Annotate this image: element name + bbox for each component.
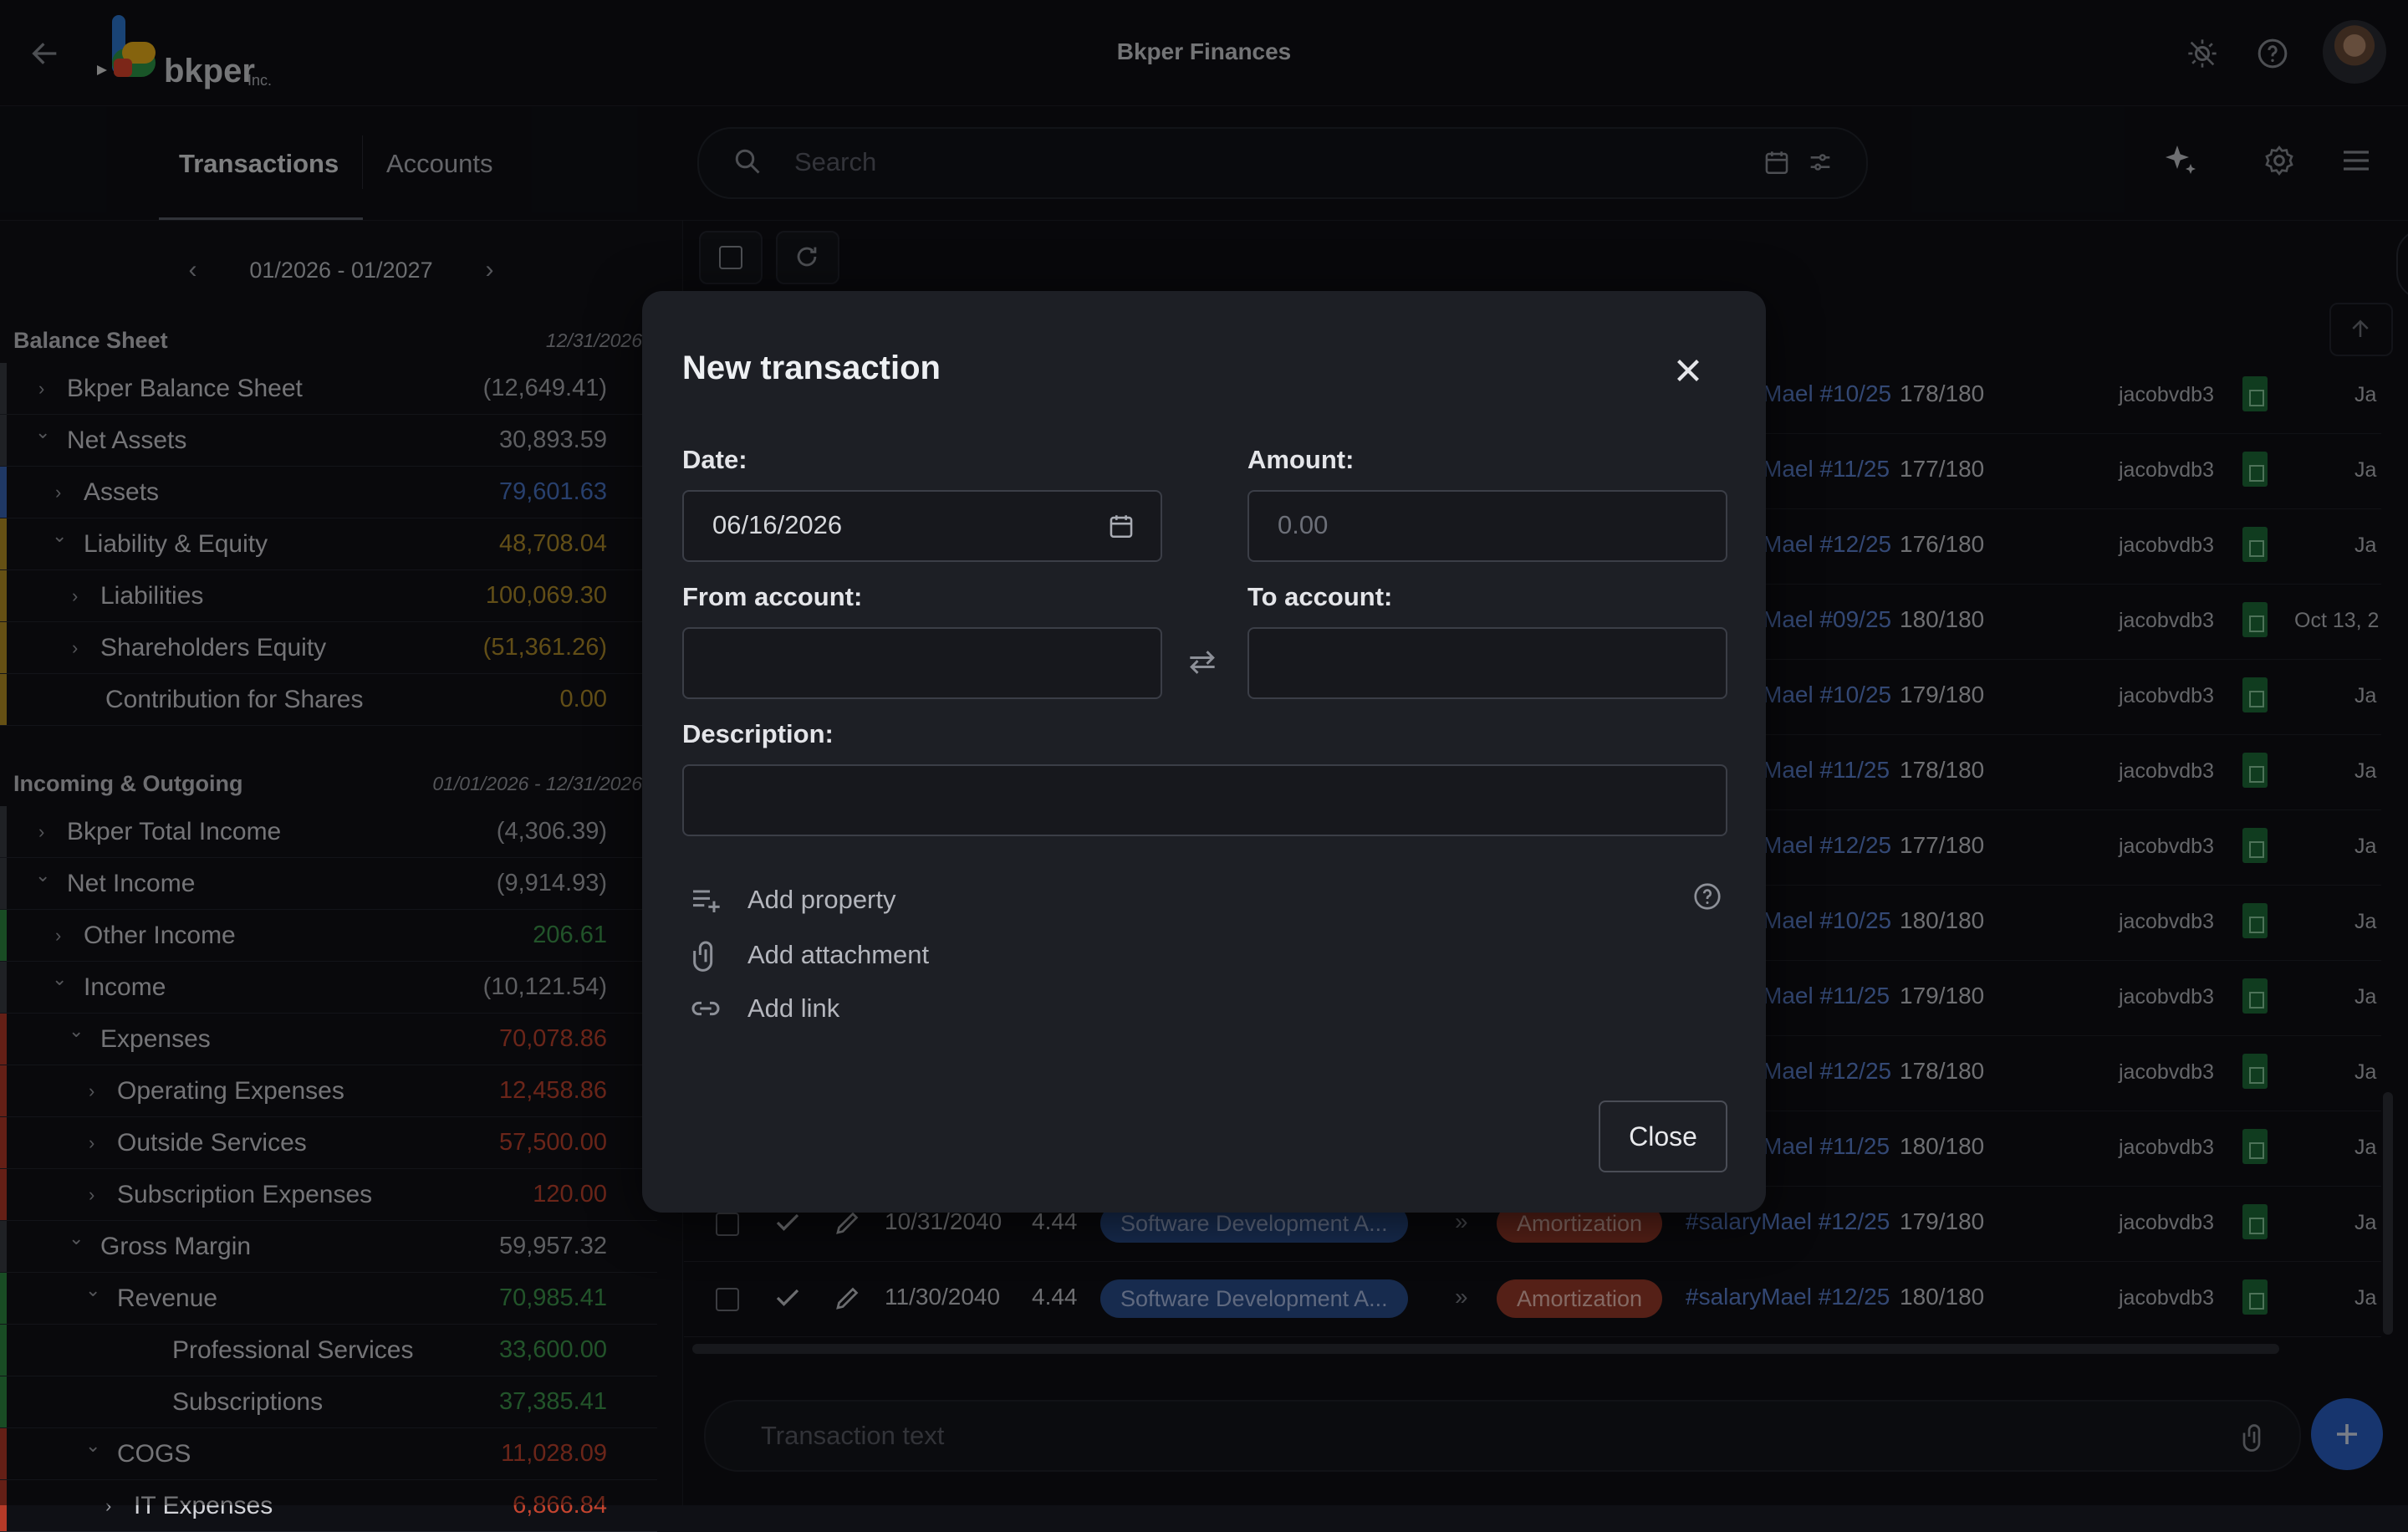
amount-field[interactable]: 0.00 — [1247, 490, 1727, 562]
new-transaction-dialog: New transaction Date: 06/16/2026 Amount:… — [642, 291, 1766, 1213]
description-label: Description: — [682, 719, 834, 748]
link-icon — [691, 1001, 720, 1016]
amount-placeholder: 0.00 — [1278, 510, 1329, 539]
close-button[interactable]: Close — [1599, 1100, 1727, 1172]
date-field[interactable]: 06/16/2026 — [682, 490, 1162, 562]
calendar-icon[interactable] — [1107, 512, 1135, 540]
help-icon[interactable] — [1692, 881, 1722, 912]
add-property-icon — [693, 890, 720, 912]
close-icon[interactable] — [1669, 351, 1707, 390]
add-property-action[interactable]: Add property — [689, 878, 1191, 920]
swap-accounts-icon[interactable] — [1184, 644, 1221, 681]
add-attachment-action[interactable]: Add attachment — [689, 933, 1191, 975]
date-label: Date: — [682, 445, 747, 474]
to-account-field[interactable] — [1247, 627, 1727, 699]
date-value: 06/16/2026 — [712, 510, 843, 539]
add-attachment-label: Add attachment — [747, 940, 930, 969]
dialog-title: New transaction — [682, 350, 941, 386]
from-account-field[interactable] — [682, 627, 1162, 699]
add-property-label: Add property — [747, 885, 896, 914]
description-field[interactable] — [682, 764, 1727, 836]
add-link-action[interactable]: Add link — [689, 987, 1191, 1029]
add-link-label: Add link — [747, 993, 840, 1023]
from-account-label: From account: — [682, 582, 863, 611]
paperclip-icon — [693, 941, 713, 972]
amount-label: Amount: — [1247, 445, 1354, 474]
to-account-label: To account: — [1247, 582, 1393, 611]
